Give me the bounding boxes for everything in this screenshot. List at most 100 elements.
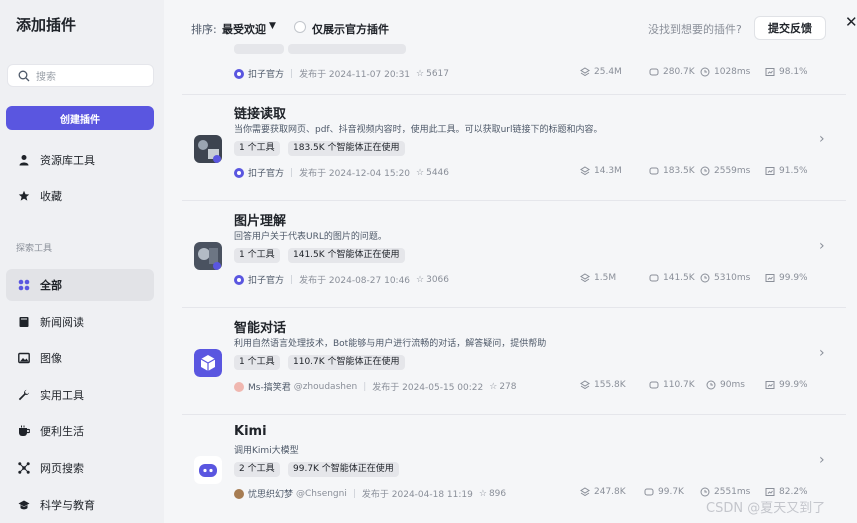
plugin-name[interactable]: 智能对话: [234, 317, 286, 336]
bot-icon: [649, 68, 659, 76]
plugin-description: 利用自然语言处理技术，Bot能够与用户进行流畅的对话，解答疑问，提供帮助: [234, 339, 547, 349]
star-icon: [18, 190, 30, 202]
sidebar-item-news[interactable]: 新闻阅读: [6, 306, 154, 338]
tool-count-tag: 1 个工具: [234, 141, 280, 156]
stat-bots: 110.7K: [649, 380, 695, 390]
wrench-icon: [18, 389, 30, 401]
divider: [182, 414, 846, 415]
stat-success-rate: 98.1%: [765, 67, 808, 77]
owner-name[interactable]: 扣子官方: [248, 273, 284, 286]
usage-tag: 183.5K 个智能体正在使用: [288, 141, 405, 156]
plugin-meta: Ms-搞笑君 @zhoudashen | 发布于 2024-05-15 00:2…: [234, 380, 517, 393]
stat-calls: 25.4M: [580, 67, 622, 77]
plugin-meta: 扣子官方 | 发布于 2024-11-07 20:31 ☆ 5617: [234, 67, 449, 80]
network-icon: [18, 462, 30, 474]
publish-date: 发布于 2024-05-15 00:22: [372, 383, 484, 393]
bot-icon: [649, 274, 659, 282]
publish-date: 发布于 2024-08-27 10:46: [299, 276, 411, 286]
close-icon[interactable]: ✕: [845, 13, 857, 31]
plugin-meta: 扣子官方 | 发布于 2024-08-27 10:46 ☆ 3066: [234, 273, 449, 286]
stat-calls: 1.5M: [580, 273, 616, 283]
stat-success-rate: 91.5%: [765, 166, 808, 176]
sidebar-item-utilities[interactable]: 实用工具: [6, 379, 154, 411]
plugin-name[interactable]: 图片理解: [234, 210, 286, 229]
owner-handle: @Chsengni: [296, 488, 347, 499]
chevron-right-icon[interactable]: ›: [819, 238, 825, 254]
sidebar-item-all[interactable]: 全部: [6, 269, 154, 301]
sidebar-item-label: 收藏: [40, 190, 62, 203]
stat-calls: 155.8K: [580, 380, 626, 390]
sidebar-item-label: 网页搜索: [40, 462, 84, 475]
sidebar-item-label: 科学与教育: [40, 499, 95, 512]
watermark: CSDN @夏天又到了: [706, 501, 826, 516]
star-count: 5446: [426, 167, 450, 178]
stat-calls: 247.8K: [580, 487, 626, 497]
sidebar-item-image[interactable]: 图像: [6, 342, 154, 374]
star-count: 5617: [426, 68, 450, 79]
layers-icon: [580, 166, 590, 176]
chevron-right-icon[interactable]: ›: [819, 345, 825, 361]
chevron-right-icon[interactable]: ›: [819, 131, 825, 147]
stat-latency: 2551ms: [700, 487, 750, 497]
layers-icon: [580, 273, 590, 283]
star-outline-icon[interactable]: ☆: [479, 489, 487, 499]
publish-date: 发布于 2024-04-18 11:19: [361, 490, 473, 500]
star-count: 278: [499, 381, 517, 392]
owner-name[interactable]: 扣子官方: [248, 166, 284, 179]
star-outline-icon[interactable]: ☆: [416, 168, 424, 178]
sidebar-item-convenience[interactable]: 便利生活: [6, 415, 154, 447]
plugin-description: 调用Kimi大模型: [234, 446, 299, 456]
cup-icon: [18, 425, 30, 437]
search-input[interactable]: 搜索: [7, 64, 154, 87]
plugin-description: 回答用户关于代表URL的图片的问题。: [234, 232, 387, 242]
stat-bots: 99.7K: [644, 487, 684, 497]
stat-bots: 141.5K: [649, 273, 695, 283]
stat-success-rate: 99.9%: [765, 380, 808, 390]
owner-name[interactable]: 扣子官方: [248, 67, 284, 80]
chevron-right-icon[interactable]: ›: [819, 452, 825, 468]
plugin-name[interactable]: Kimi: [234, 424, 267, 439]
chart-icon: [765, 167, 775, 175]
chart-icon: [765, 488, 775, 496]
stat-latency: 1028ms: [700, 67, 750, 77]
stat-success-rate: 99.9%: [765, 273, 808, 283]
plugin-meta: 忧思织幻梦 @Chsengni | 发布于 2024-04-18 11:19 ☆…: [234, 487, 506, 500]
plugin-avatar: [194, 135, 222, 163]
clock-icon: [706, 380, 716, 390]
sidebar-item-library-tools[interactable]: 资源库工具: [6, 144, 154, 176]
star-outline-icon[interactable]: ☆: [489, 382, 497, 392]
sidebar-item-web-search[interactable]: 网页搜索: [6, 452, 154, 484]
plugin-card[interactable]: 扣子官方 | 发布于 2024-11-07 20:31 ☆ 5617 25.4M…: [182, 0, 846, 95]
search-icon: [18, 70, 30, 81]
plugin-name[interactable]: 链接读取: [234, 103, 286, 122]
create-plugin-button[interactable]: 创建插件: [6, 106, 154, 130]
tag-chip: [288, 44, 406, 54]
sidebar-item-favorites[interactable]: 收藏: [6, 180, 154, 212]
owner-handle: @zhoudashen: [293, 381, 358, 392]
bot-icon: [649, 381, 659, 389]
owner-name[interactable]: 忧思织幻梦: [248, 487, 293, 500]
sidebar-item-label: 新闻阅读: [40, 316, 84, 329]
layers-icon: [580, 67, 590, 77]
stat-latency: 5310ms: [700, 273, 750, 283]
sidebar-item-label: 图像: [40, 352, 62, 365]
plugin-card[interactable]: 图片理解 回答用户关于代表URL的图片的问题。 1 个工具 141.5K 个智能…: [182, 202, 846, 308]
stat-latency: 90ms: [706, 380, 745, 390]
plugin-card[interactable]: 链接读取 当你需要获取网页、pdf、抖音视频内容时，使用此工具。可以获取url链…: [182, 95, 846, 201]
plugin-description: 当你需要获取网页、pdf、抖音视频内容时，使用此工具。可以获取url链接下的标题…: [234, 125, 603, 135]
star-outline-icon[interactable]: ☆: [416, 275, 424, 285]
tool-count-tag: 1 个工具: [234, 355, 280, 370]
sidebar-item-label: 资源库工具: [40, 154, 95, 167]
section-label-explore: 探索工具: [16, 244, 53, 254]
stat-bots: 183.5K: [649, 166, 695, 176]
stat-success-rate: 82.2%: [765, 487, 808, 497]
sidebar-item-science-education[interactable]: 科学与教育: [6, 489, 154, 521]
owner-badge-icon: [234, 68, 244, 79]
clock-icon: [700, 67, 710, 77]
tag-chip: [234, 44, 284, 54]
tool-count-tag: 1 个工具: [234, 248, 280, 263]
plugin-card[interactable]: 智能对话 利用自然语言处理技术，Bot能够与用户进行流畅的对话，解答疑问，提供帮…: [182, 309, 846, 415]
star-outline-icon[interactable]: ☆: [416, 69, 424, 79]
owner-name[interactable]: Ms-搞笑君: [248, 380, 291, 393]
stat-calls: 14.3M: [580, 166, 622, 176]
